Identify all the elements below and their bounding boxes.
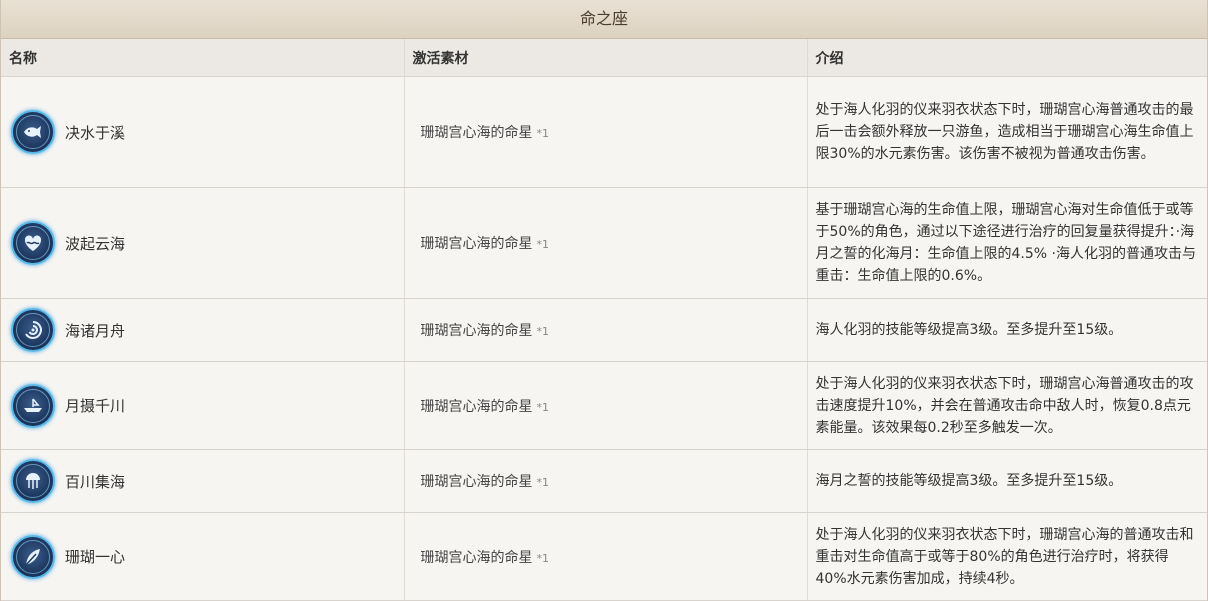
material-label[interactable]: 珊瑚宫心海的命星 bbox=[421, 323, 533, 339]
material-cell: 珊瑚宫心海的命星 *1 bbox=[404, 76, 808, 188]
jellyfish-icon[interactable] bbox=[11, 459, 55, 503]
name-cell: 珊瑚一心 bbox=[1, 512, 405, 601]
table-row: 珊瑚一心 珊瑚宫心海的命星 *1 处于海人化羽的仪来羽衣状态下时，珊瑚宫心海的普通… bbox=[1, 512, 1207, 601]
material-label[interactable]: 珊瑚宫心海的命星 bbox=[421, 474, 533, 490]
material-cell: 珊瑚宫心海的命星 *1 bbox=[404, 187, 808, 299]
constellation-name[interactable]: 月摄千川 bbox=[65, 395, 125, 416]
constellation-name[interactable]: 波起云海 bbox=[65, 233, 125, 254]
constellation-panel: 命之座 名称 激活素材 介绍 决水于溪 珊瑚宫心海的命星 *1 处于海人化羽的仪… bbox=[0, 0, 1208, 601]
description: 处于海人化羽的仪来羽衣状态下时，珊瑚宫心海的普通攻击和重击对生命值高于或等于80… bbox=[807, 512, 1207, 601]
name-cell: 决水于溪 bbox=[1, 76, 405, 188]
material-count: *1 bbox=[536, 238, 550, 251]
constellation-name[interactable]: 珊瑚一心 bbox=[65, 546, 125, 567]
header-material: 激活素材 bbox=[404, 39, 808, 77]
material-cell: 珊瑚宫心海的命星 *1 bbox=[404, 361, 808, 450]
name-cell: 海诸月舟 bbox=[1, 298, 405, 362]
panel-title: 命之座 bbox=[1, 0, 1207, 39]
material-cell: 珊瑚宫心海的命星 *1 bbox=[404, 512, 808, 601]
description: 处于海人化羽的仪来羽衣状态下时，珊瑚宫心海普通攻击的最后一击会额外释放一只游鱼，… bbox=[807, 76, 1207, 188]
fish-icon[interactable] bbox=[11, 110, 55, 154]
table-row: 决水于溪 珊瑚宫心海的命星 *1 处于海人化羽的仪来羽衣状态下时，珊瑚宫心海普通攻… bbox=[1, 76, 1207, 188]
material-cell: 珊瑚宫心海的命星 *1 bbox=[404, 449, 808, 513]
material-label[interactable]: 珊瑚宫心海的命星 bbox=[421, 399, 533, 415]
heart-wave-icon[interactable] bbox=[11, 221, 55, 265]
material-count: *1 bbox=[536, 400, 550, 414]
boat-icon[interactable] bbox=[11, 383, 55, 428]
header-desc: 介绍 bbox=[807, 39, 1207, 77]
spiral-icon[interactable] bbox=[11, 308, 55, 352]
material-count: *1 bbox=[536, 476, 550, 489]
material-count: *1 bbox=[536, 551, 550, 565]
constellation-name[interactable]: 决水于溪 bbox=[65, 122, 125, 143]
constellation-name[interactable]: 百川集海 bbox=[65, 471, 125, 492]
table-row: 海诸月舟 珊瑚宫心海的命星 *1 海人化羽的技能等级提高3级。至多提升至15级。 bbox=[1, 298, 1207, 362]
material-cell: 珊瑚宫心海的命星 *1 bbox=[404, 298, 808, 362]
description: 海月之誓的技能等级提高3级。至多提升至15级。 bbox=[807, 449, 1207, 513]
name-cell: 百川集海 bbox=[1, 449, 405, 513]
table-header-row: 名称 激活素材 介绍 bbox=[1, 39, 1207, 77]
material-count: *1 bbox=[536, 127, 550, 140]
feather-icon[interactable] bbox=[11, 534, 55, 579]
table-row: 百川集海 珊瑚宫心海的命星 *1 海月之誓的技能等级提高3级。至多提升至15级。 bbox=[1, 449, 1207, 513]
material-count: *1 bbox=[536, 325, 550, 338]
name-cell: 月摄千川 bbox=[1, 361, 405, 450]
constellation-table: 名称 激活素材 介绍 决水于溪 珊瑚宫心海的命星 *1 处于海人化羽的仪来羽衣状… bbox=[1, 39, 1207, 601]
table-row: 波起云海 珊瑚宫心海的命星 *1 基于珊瑚宫心海的生命值上限，珊瑚宫心海对生命值低… bbox=[1, 187, 1207, 299]
material-label[interactable]: 珊瑚宫心海的命星 bbox=[421, 236, 533, 252]
description: 处于海人化羽的仪来羽衣状态下时，珊瑚宫心海普通攻击的攻击速度提升10%，并会在普… bbox=[807, 361, 1207, 450]
description: 基于珊瑚宫心海的生命值上限，珊瑚宫心海对生命值低于或等于50%的角色，通过以下途… bbox=[807, 187, 1207, 299]
name-cell: 波起云海 bbox=[1, 187, 405, 299]
header-name: 名称 bbox=[1, 39, 405, 77]
material-label[interactable]: 珊瑚宫心海的命星 bbox=[421, 125, 533, 141]
constellation-name[interactable]: 海诸月舟 bbox=[65, 320, 125, 341]
material-label[interactable]: 珊瑚宫心海的命星 bbox=[421, 550, 533, 566]
table-row: 月摄千川 珊瑚宫心海的命星 *1 处于海人化羽的仪来羽衣状态下时，珊瑚宫心海普通攻… bbox=[1, 361, 1207, 450]
description: 海人化羽的技能等级提高3级。至多提升至15级。 bbox=[807, 298, 1207, 362]
